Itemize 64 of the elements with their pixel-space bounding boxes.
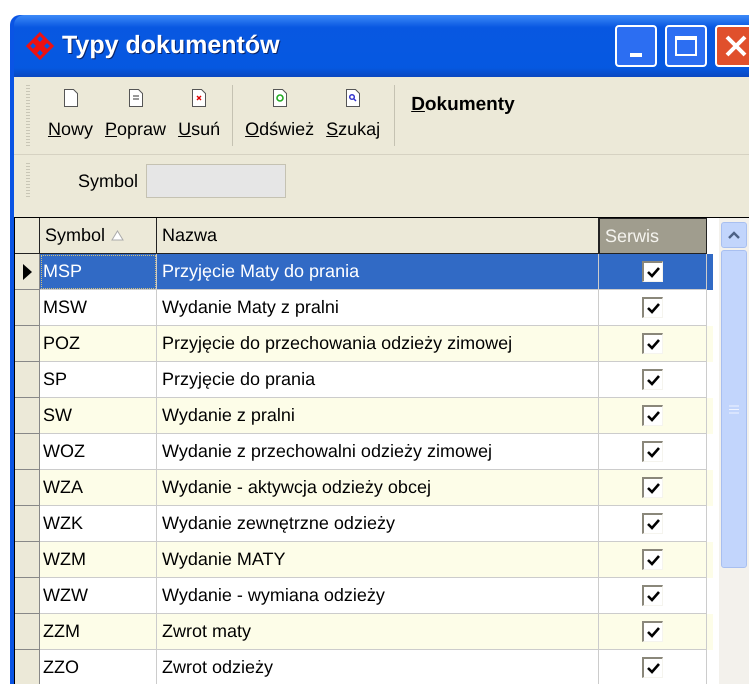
row-header[interactable] [15, 254, 40, 290]
toolbar-button[interactable]: Nowy [42, 77, 100, 154]
check-icon [646, 554, 660, 566]
checkbox[interactable] [642, 333, 663, 354]
checkbox[interactable] [642, 441, 663, 462]
table-row[interactable]: SW Wydanie z pralni [15, 398, 713, 434]
check-icon [646, 338, 660, 350]
toolbar-button[interactable]: Szukaj [320, 77, 386, 154]
check-icon [646, 518, 660, 530]
grip-lines-icon [729, 404, 739, 414]
scroll-up-button[interactable] [721, 222, 747, 248]
check-icon [646, 266, 660, 278]
maximize-icon [675, 36, 697, 56]
document-lines-icon [128, 88, 144, 108]
table-row[interactable]: WZM Wydanie MATY [15, 542, 713, 578]
toolbar-button[interactable]: Usuń [172, 77, 226, 154]
document-cross-icon [191, 88, 208, 108]
toolbar-button[interactable]: Odśwież [239, 77, 320, 154]
document-refresh-icon [272, 88, 288, 108]
section-label[interactable]: Dokumenty [403, 77, 523, 154]
checkbox[interactable] [642, 513, 663, 534]
column-header[interactable]: Nazwa [157, 218, 599, 254]
table-cell: ZZO [40, 650, 157, 684]
maximize-button[interactable] [665, 25, 707, 67]
table-cell: Zwrot odzieży [157, 650, 599, 684]
checkbox[interactable] [642, 297, 663, 318]
close-icon [724, 34, 748, 58]
row-pointer-icon [22, 264, 32, 280]
table-row[interactable]: ZZM Zwrot maty [15, 614, 713, 650]
chevron-up-icon [728, 231, 740, 239]
checkbox[interactable] [642, 405, 663, 426]
document-magnifier-icon [345, 88, 362, 108]
checkbox[interactable] [642, 477, 663, 498]
app-logo-icon [26, 32, 54, 60]
check-icon [646, 302, 660, 314]
check-icon [646, 626, 660, 638]
checkbox[interactable] [642, 369, 663, 390]
toolbar-button[interactable]: Popraw [99, 77, 172, 154]
check-icon [646, 374, 660, 386]
checkbox[interactable] [642, 261, 663, 282]
checkbox[interactable] [642, 657, 663, 678]
table-row[interactable]: POZ Przyjęcie do przechowania odzieży zimowej [15, 326, 713, 362]
scrollbar[interactable] [719, 218, 749, 684]
table-cell: MSP [40, 254, 157, 290]
check-icon [646, 590, 660, 602]
check-icon [646, 662, 660, 674]
check-icon [646, 410, 660, 422]
window-title: Typy dokumentów [62, 30, 281, 62]
minimize-button[interactable] [615, 25, 657, 67]
checkbox[interactable] [642, 585, 663, 606]
scroll-thumb[interactable] [721, 250, 747, 568]
table-row[interactable]: MSP Przyjęcie Maty do prania [15, 254, 713, 290]
symbol-field[interactable] [146, 164, 286, 198]
minimize-icon [630, 53, 642, 57]
check-icon [646, 446, 660, 458]
table-row[interactable]: WZA Wydanie - aktywcja odzieży obcej [15, 470, 713, 506]
checkbox[interactable] [642, 549, 663, 570]
sort-ascending-icon [111, 230, 124, 241]
symbol-label: Symbol [78, 170, 138, 193]
document-icon [62, 88, 78, 108]
check-icon [646, 482, 660, 494]
close-button[interactable] [715, 25, 749, 67]
column-header[interactable]: Symbol [40, 218, 157, 254]
checkbox[interactable] [642, 621, 663, 642]
